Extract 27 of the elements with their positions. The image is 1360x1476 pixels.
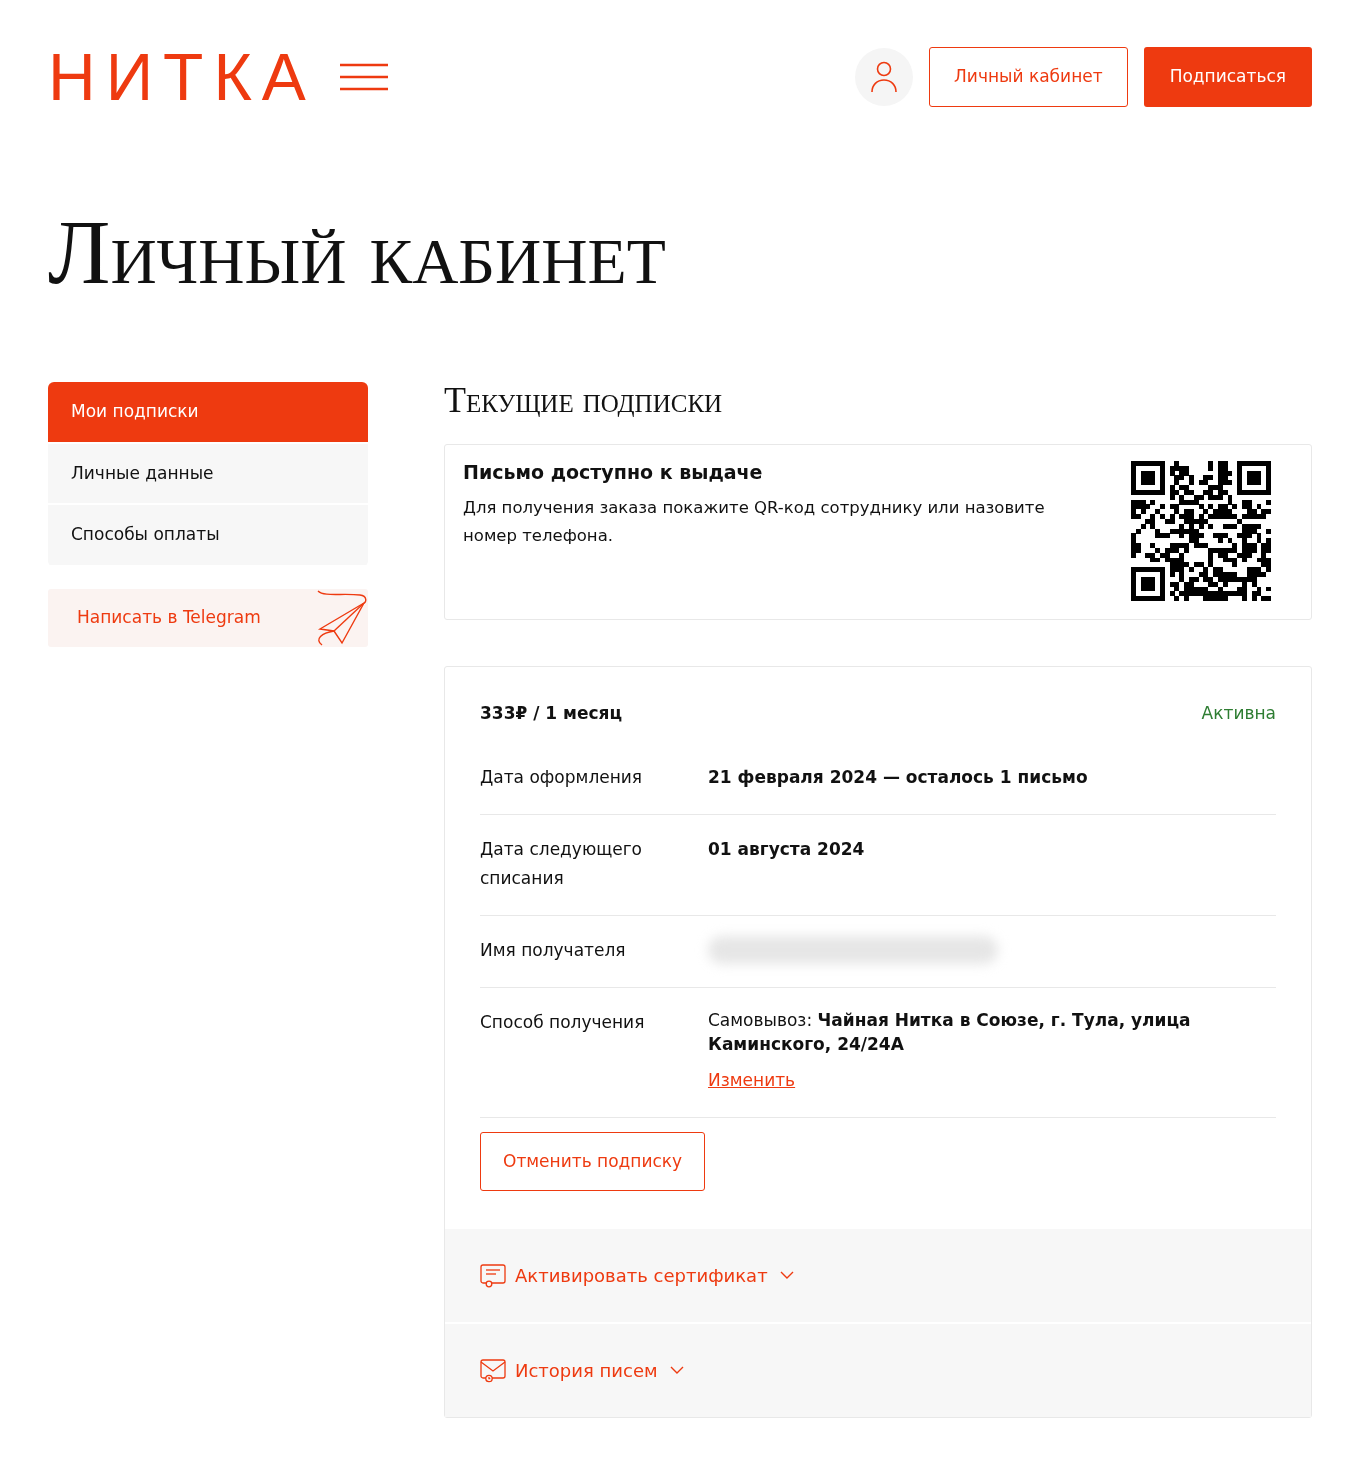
sidebar-item[interactable]: Личные данные: [48, 443, 368, 503]
subscribe-button[interactable]: Подписаться: [1143, 47, 1312, 107]
certificate-icon: [480, 1263, 507, 1288]
expand-section-button[interactable]: Активировать сертификат: [480, 1262, 794, 1289]
cancel-subscription-button[interactable]: Отменить подписку: [480, 1131, 706, 1191]
envelope-clock-icon: [480, 1358, 507, 1383]
notice-text: Для получения заказа покажите QR-код сотруднику или назовите номер телефона.: [463, 496, 1046, 547]
section-title: Текущие подписки: [444, 382, 724, 418]
page-title: Личный кабинет: [48, 206, 667, 298]
field-label: Дата следующего списания: [480, 837, 644, 890]
plan-price: 333₽ / 1 месяц: [480, 702, 623, 725]
menu-icon[interactable]: [339, 62, 388, 92]
field-label: Дата оформления: [480, 765, 644, 789]
logo[interactable]: НИТКА: [48, 44, 316, 110]
field-value: Самовывоз: Чайная Нитка в Союзе, г. Тула, улица Каминского, 24/24А: [708, 1008, 1192, 1056]
cabinet-button[interactable]: Личный кабинет: [929, 47, 1128, 107]
sidebar-item[interactable]: Способы оплаты: [48, 505, 368, 565]
expand-section-button[interactable]: История писем: [480, 1357, 684, 1384]
notice-title: Письмо доступно к выдаче: [463, 461, 764, 484]
status-label: Активна: [1201, 702, 1276, 725]
field-label: Способ получения: [480, 1010, 646, 1034]
field-value: 01 августа 2024: [708, 837, 865, 861]
telegram-button[interactable]: Написать в Telegram: [48, 588, 368, 647]
change-link[interactable]: Изменить: [708, 1065, 796, 1095]
sidebar-item[interactable]: Мои подписки: [48, 382, 368, 442]
field-value: 21 февраля 2024 — осталось 1 письмо: [708, 765, 1088, 789]
field-label: Имя получателя: [480, 938, 627, 962]
